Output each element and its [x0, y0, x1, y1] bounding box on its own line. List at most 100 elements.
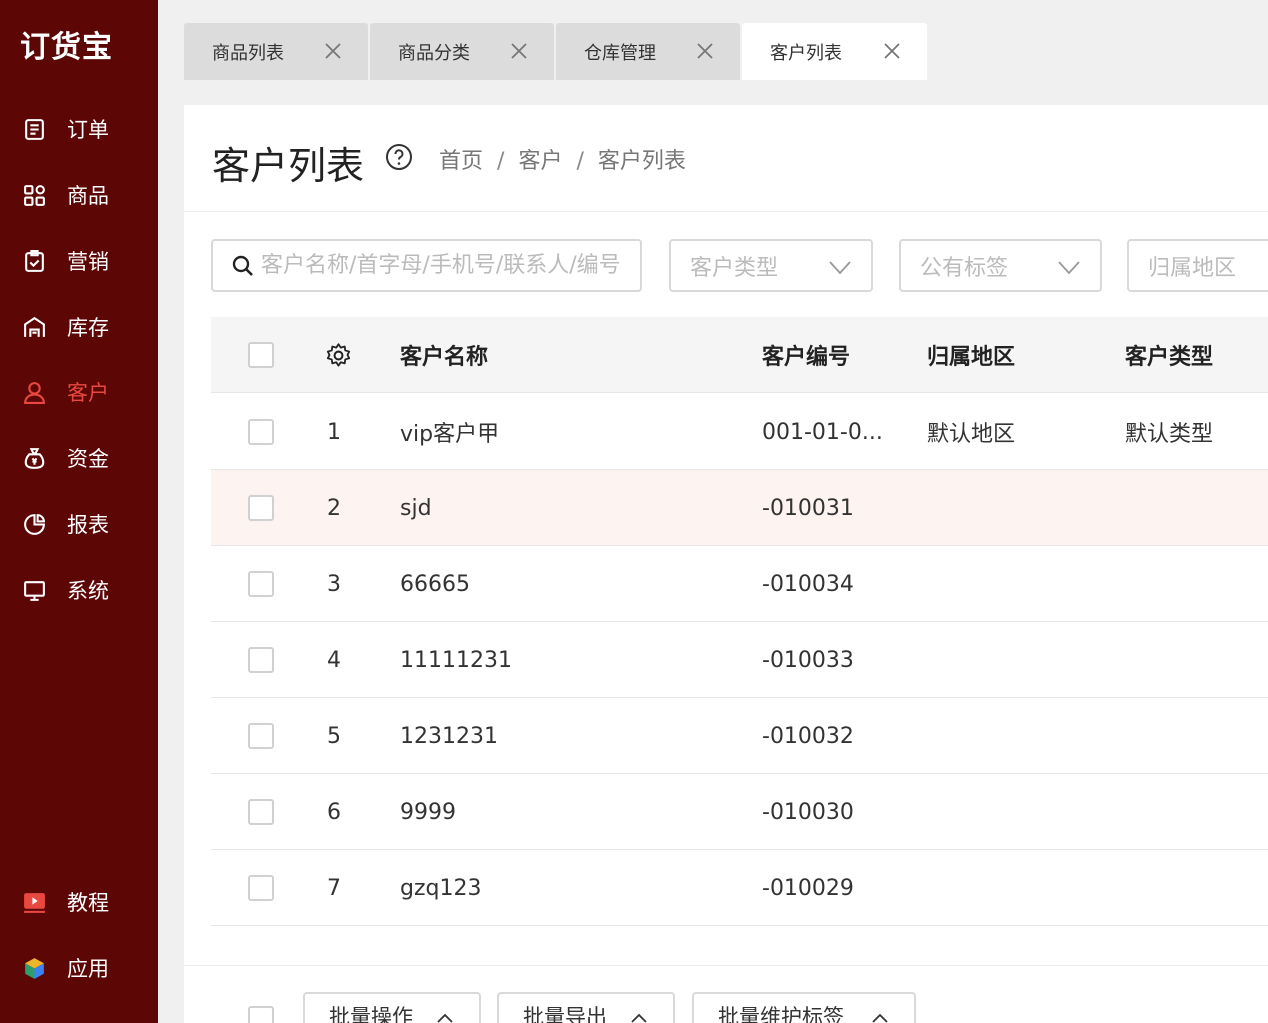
cube-icon — [21, 955, 47, 981]
row-checkbox[interactable] — [248, 647, 274, 673]
sidebar-item-label: 报表 — [67, 513, 109, 537]
customer-type-select[interactable]: 客户类型 — [669, 239, 873, 292]
close-icon[interactable] — [324, 42, 342, 60]
page-title: 客户列表 — [212, 144, 365, 188]
close-icon[interactable] — [696, 42, 714, 60]
button-label: 批量维护标签 — [718, 1005, 844, 1023]
breadcrumb-home[interactable]: 首页 — [439, 149, 483, 174]
tab-customer-list[interactable]: 客户列表 — [742, 23, 927, 80]
button-label: 批量操作 — [329, 1005, 413, 1023]
clipboard-check-icon — [21, 248, 47, 274]
customer-name[interactable]: 66665 — [400, 546, 470, 622]
select-placeholder: 归属地区 — [1148, 255, 1237, 281]
customer-name[interactable]: 11111231 — [400, 622, 512, 698]
select-placeholder: 客户类型 — [690, 255, 779, 281]
sidebar-item-reports[interactable]: 报表 — [0, 499, 158, 549]
select-all-checkbox[interactable] — [248, 342, 274, 368]
public-tag-select[interactable]: 公有标签 — [899, 239, 1102, 292]
row-checkbox[interactable] — [248, 495, 274, 521]
customer-region: 默认地区 — [927, 422, 1016, 447]
chevron-down-icon — [1058, 261, 1080, 275]
row-number: 4 — [327, 647, 341, 673]
button-label: 批量导出 — [523, 1005, 607, 1023]
customer-code: -010032 — [762, 723, 854, 749]
money-bag-icon — [21, 445, 47, 471]
batch-export-button[interactable]: 批量导出 — [497, 992, 675, 1023]
row-checkbox[interactable] — [248, 875, 274, 901]
row-number: 2 — [327, 495, 341, 521]
table-row[interactable]: 3 66665 -010034 — [211, 546, 1268, 622]
sidebar-item-funds[interactable]: 资金 — [0, 433, 158, 483]
customer-name[interactable]: 9999 — [400, 774, 456, 850]
close-icon[interactable] — [883, 42, 901, 60]
table-row[interactable]: 4 11111231 -010033 — [211, 622, 1268, 698]
table-row[interactable]: 7 gzq123 -010029 — [211, 850, 1268, 926]
table-row[interactable]: 1 vip客户甲 001-01-0... 默认地区 默认类型 — [211, 394, 1268, 470]
sidebar-item-orders[interactable]: 订单 — [0, 104, 158, 154]
search-input[interactable] — [261, 253, 621, 278]
help-icon[interactable] — [385, 143, 413, 171]
tab-product-category[interactable]: 商品分类 — [370, 23, 554, 80]
region-select[interactable]: 归属地区 — [1127, 239, 1268, 292]
table-row[interactable]: 2 sjd -010031 — [211, 470, 1268, 546]
sidebar-item-customers[interactable]: 客户 — [0, 367, 158, 417]
column-header-type[interactable]: 客户类型 — [1125, 317, 1213, 393]
grid-icon — [21, 182, 47, 208]
batch-operations-button[interactable]: 批量操作 — [303, 992, 481, 1023]
column-header-region[interactable]: 归属地区 — [927, 317, 1015, 393]
warehouse-icon — [21, 314, 47, 340]
customer-name[interactable]: sjd — [400, 470, 432, 546]
row-checkbox[interactable] — [248, 799, 274, 825]
sidebar-item-apps[interactable]: 应用 — [0, 943, 158, 993]
column-header-name[interactable]: 客户名称 — [400, 317, 488, 393]
sidebar-item-marketing[interactable]: 营销 — [0, 236, 158, 286]
sidebar-item-products[interactable]: 商品 — [0, 170, 158, 220]
sidebar-item-inventory[interactable]: 库存 — [0, 302, 158, 352]
customer-code: -010033 — [762, 647, 854, 673]
batch-tags-button[interactable]: 批量维护标签 — [692, 992, 916, 1023]
table-row[interactable]: 5 1231231 -010032 — [211, 698, 1268, 774]
search-box[interactable] — [211, 239, 642, 292]
tab-label: 商品分类 — [398, 42, 470, 64]
sidebar-item-label: 教程 — [67, 891, 109, 915]
sidebar-item-tutorial[interactable]: 教程 — [0, 877, 158, 927]
batch-action-bar: 批量操作 批量导出 批量维护标签 — [184, 965, 1268, 1023]
customer-code: -010034 — [762, 571, 854, 597]
gear-icon[interactable] — [325, 342, 352, 369]
column-header-code[interactable]: 客户编号 — [762, 317, 850, 393]
customer-name[interactable]: 1231231 — [400, 698, 498, 774]
sidebar-item-label: 系统 — [67, 579, 109, 603]
customer-code: -010031 — [762, 495, 854, 521]
row-checkbox[interactable] — [248, 419, 274, 445]
search-icon — [232, 255, 253, 276]
table-row[interactable]: 6 9999 -010030 — [211, 774, 1268, 850]
row-checkbox[interactable] — [248, 571, 274, 597]
close-icon[interactable] — [510, 42, 528, 60]
user-icon — [21, 379, 47, 405]
table-header: 客户名称 客户编号 归属地区 客户类型 — [211, 317, 1268, 393]
row-number: 1 — [327, 419, 341, 445]
tab-label: 商品列表 — [212, 42, 284, 64]
footer-select-all-checkbox[interactable] — [248, 1006, 274, 1023]
customer-code: -010029 — [762, 875, 854, 901]
tab-label: 仓库管理 — [584, 42, 656, 64]
customer-code: -010030 — [762, 799, 854, 825]
customer-name[interactable]: gzq123 — [400, 850, 481, 926]
page-header: 客户列表 首页 / 客户 / 客户列表 — [184, 105, 1268, 212]
sidebar-item-label: 订单 — [67, 118, 109, 142]
chevron-down-icon — [829, 261, 851, 275]
sidebar-item-label: 库存 — [67, 316, 109, 340]
breadcrumb-customers[interactable]: 客户 — [518, 149, 562, 174]
sidebar-item-system[interactable]: 系统 — [0, 565, 158, 615]
customer-name[interactable]: vip客户甲 — [400, 394, 499, 470]
breadcrumb-separator: / — [497, 149, 505, 174]
tab-warehouse[interactable]: 仓库管理 — [556, 23, 740, 80]
row-number: 7 — [327, 875, 341, 901]
breadcrumb-current: 客户列表 — [597, 149, 686, 174]
row-checkbox[interactable] — [248, 723, 274, 749]
sidebar-item-label: 营销 — [67, 250, 109, 274]
tab-bar: 商品列表 商品分类 仓库管理 客户列表 — [158, 0, 1268, 80]
tab-product-list[interactable]: 商品列表 — [184, 23, 368, 80]
customer-code: 001-01-0... — [762, 419, 883, 445]
app-logo[interactable]: 订货宝 — [20, 22, 113, 66]
